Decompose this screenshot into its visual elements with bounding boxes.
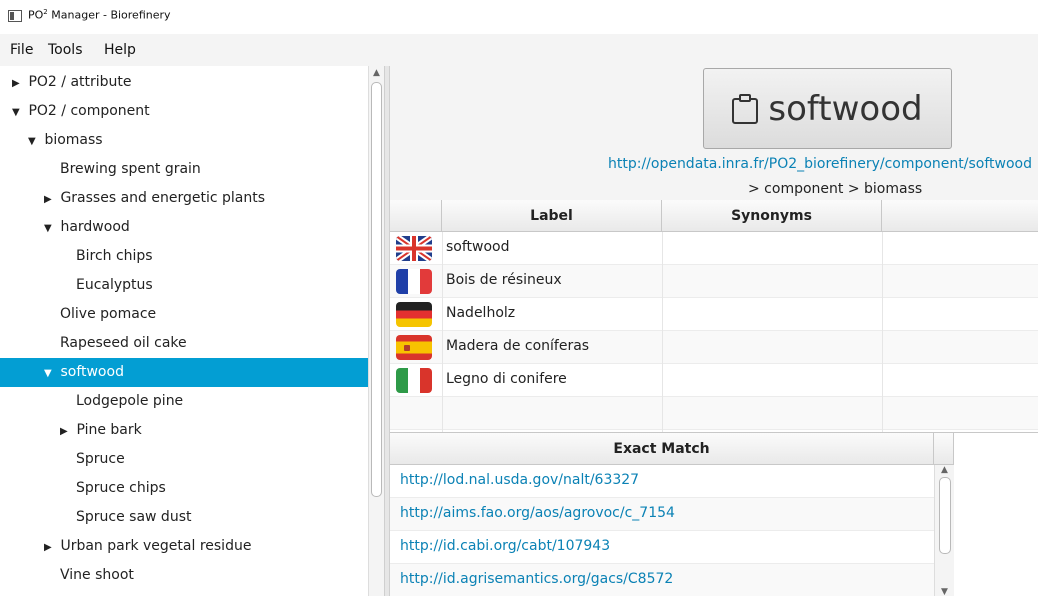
- tree-item[interactable]: Spruce chips: [0, 474, 368, 503]
- tree-item-label: Grasses and energetic plants: [60, 190, 266, 206]
- exact-match-row[interactable]: http://aims.fao.org/aos/agrovoc/c_7154: [390, 498, 934, 531]
- tree-item-label: Vine shoot: [60, 567, 134, 583]
- match-scrollbar[interactable]: ▲ ▼: [934, 465, 954, 596]
- tree-item[interactable]: Olive pomace: [0, 300, 368, 329]
- tree-item[interactable]: ▶ Pine bark: [0, 416, 368, 445]
- menu-help[interactable]: Help: [104, 42, 136, 58]
- tree-item[interactable]: Lodgepole pine: [0, 387, 368, 416]
- label-row[interactable]: Nadelholz: [390, 298, 1038, 331]
- tree-item[interactable]: Vine shoot: [0, 561, 368, 590]
- label-row[interactable]: Madera de coníferas: [390, 331, 1038, 364]
- label-row[interactable]: Bois de résineux: [390, 265, 1038, 298]
- label-row[interactable]: Legno di conifere: [390, 364, 1038, 397]
- label-row[interactable]: [390, 397, 1038, 430]
- tree-item[interactable]: Spruce saw dust: [0, 503, 368, 532]
- expanded-arrow-icon[interactable]: ▼: [28, 127, 40, 156]
- exact-match-link[interactable]: http://id.agrisemantics.org/gacs/C8572: [400, 571, 673, 587]
- label-column-header[interactable]: Label: [442, 200, 662, 232]
- tree-item[interactable]: ▼ PO2 / component: [0, 97, 368, 126]
- menu-tools[interactable]: Tools: [48, 42, 83, 58]
- synonyms-column-header[interactable]: Synonyms: [662, 200, 882, 232]
- tree-item[interactable]: Rapeseed oil cake: [0, 329, 368, 358]
- italy-flag-icon: [396, 368, 432, 393]
- exact-match-header-extra: [934, 433, 954, 465]
- concept-title-button[interactable]: softwood: [703, 68, 952, 149]
- exact-match-link[interactable]: http://aims.fao.org/aos/agrovoc/c_7154: [400, 505, 675, 521]
- tree-item-label: Spruce saw dust: [76, 509, 192, 525]
- collapsed-arrow-icon[interactable]: ▶: [44, 533, 56, 562]
- france-flag-icon: [396, 269, 432, 294]
- tree-item-label: Spruce chips: [76, 480, 166, 496]
- scroll-up-icon[interactable]: ▲: [941, 465, 948, 475]
- label-table: Label Synonyms softwood Bois de résineux N…: [390, 200, 1038, 432]
- tree-item[interactable]: ▼ softwood: [0, 358, 368, 387]
- concept-name: softwood: [768, 88, 923, 129]
- exact-match-link[interactable]: http://id.cabi.org/cabt/107943: [400, 538, 610, 554]
- label-row[interactable]: softwood: [390, 232, 1038, 265]
- exact-match-header[interactable]: Exact Match: [390, 433, 934, 465]
- ontology-tree: ▶ PO2 / attribute ▼ PO2 / component ▼ biom…: [0, 66, 386, 596]
- label-text: Nadelholz: [446, 305, 516, 321]
- collapsed-arrow-icon[interactable]: ▶: [44, 185, 56, 214]
- tree-item-label: Rapeseed oil cake: [60, 335, 187, 351]
- menu-bar: File Tools Help: [0, 34, 1038, 66]
- expanded-arrow-icon[interactable]: ▼: [44, 359, 56, 388]
- tree-item-label: Eucalyptus: [76, 277, 153, 293]
- window-title: PO2 Manager - Biorefinery: [28, 8, 171, 22]
- tree-item-label: biomass: [44, 132, 103, 148]
- germany-flag-icon: [396, 302, 432, 327]
- breadcrumb: > component > biomass: [748, 181, 923, 197]
- match-side-area: [954, 465, 1038, 596]
- exact-match-link[interactable]: http://lod.nal.usda.gov/nalt/63327: [400, 472, 639, 488]
- expanded-arrow-icon[interactable]: ▼: [12, 98, 24, 127]
- concept-uri-link[interactable]: http://opendata.inra.fr/PO2_biorefinery/…: [608, 156, 1032, 172]
- label-text: Madera de coníferas: [446, 338, 590, 354]
- tree-item[interactable]: ▼ biomass: [0, 126, 368, 155]
- flag-column-header[interactable]: [390, 200, 442, 232]
- tree-item[interactable]: Spruce: [0, 445, 368, 474]
- tree-item[interactable]: Birch chips: [0, 242, 368, 271]
- exact-match-row[interactable]: http://lod.nal.usda.gov/nalt/63327: [390, 465, 934, 498]
- tree-item[interactable]: Brewing spent grain: [0, 155, 368, 184]
- tree-scrollbar[interactable]: ▲: [368, 66, 384, 596]
- label-table-header: Label Synonyms: [390, 200, 1038, 232]
- label-text: softwood: [446, 239, 510, 255]
- tree-item-label: Olive pomace: [60, 306, 157, 322]
- tree-item-label: softwood: [60, 364, 124, 380]
- match-scroll-thumb[interactable]: [939, 477, 951, 554]
- tree-item[interactable]: Eucalyptus: [0, 271, 368, 300]
- uk-flag-icon: [396, 236, 432, 261]
- tree-item-label: Birch chips: [76, 248, 153, 264]
- expanded-arrow-icon[interactable]: ▼: [44, 214, 56, 243]
- empty-column-header[interactable]: [882, 200, 1038, 232]
- tree-item-label: Pine bark: [76, 422, 142, 438]
- collapsed-arrow-icon[interactable]: ▶: [12, 69, 24, 98]
- collapsed-arrow-icon[interactable]: ▶: [60, 417, 72, 446]
- scroll-up-icon[interactable]: ▲: [373, 68, 380, 78]
- tree-item-label: hardwood: [60, 219, 130, 235]
- tree-item-label: Lodgepole pine: [76, 393, 184, 409]
- label-text: Bois de résineux: [446, 272, 562, 288]
- tree-item-label: PO2 / component: [28, 103, 150, 119]
- tree-scroll-thumb[interactable]: [371, 82, 382, 497]
- clipboard-icon: [732, 93, 759, 124]
- title-bar: PO2 Manager - Biorefinery: [0, 0, 1038, 34]
- exact-match-row[interactable]: http://id.cabi.org/cabt/107943: [390, 531, 934, 564]
- tree-item-label: Urban park vegetal residue: [60, 538, 252, 554]
- exact-match-row[interactable]: http://id.agrisemantics.org/gacs/C8572: [390, 564, 934, 596]
- tree-item[interactable]: ▼ hardwood: [0, 213, 368, 242]
- tree-item[interactable]: ▶ Grasses and energetic plants: [0, 184, 368, 213]
- app-icon: [8, 10, 22, 22]
- exact-match-table: Exact Match http://lod.nal.usda.gov/nalt…: [390, 432, 1038, 596]
- spain-flag-icon: [396, 335, 432, 360]
- tree-item-label: PO2 / attribute: [28, 74, 132, 90]
- concept-header: softwood http://opendata.inra.fr/PO2_bio…: [390, 66, 1038, 200]
- menu-file[interactable]: File: [10, 42, 33, 58]
- tree-item-label: Spruce: [76, 451, 125, 467]
- scroll-down-icon[interactable]: ▼: [941, 587, 948, 596]
- tree-item[interactable]: ▶ Urban park vegetal residue: [0, 532, 368, 561]
- label-text: Legno di conifere: [446, 371, 567, 387]
- tree-item[interactable]: ▶ PO2 / attribute: [0, 68, 368, 97]
- tree-item-label: Brewing spent grain: [60, 161, 201, 177]
